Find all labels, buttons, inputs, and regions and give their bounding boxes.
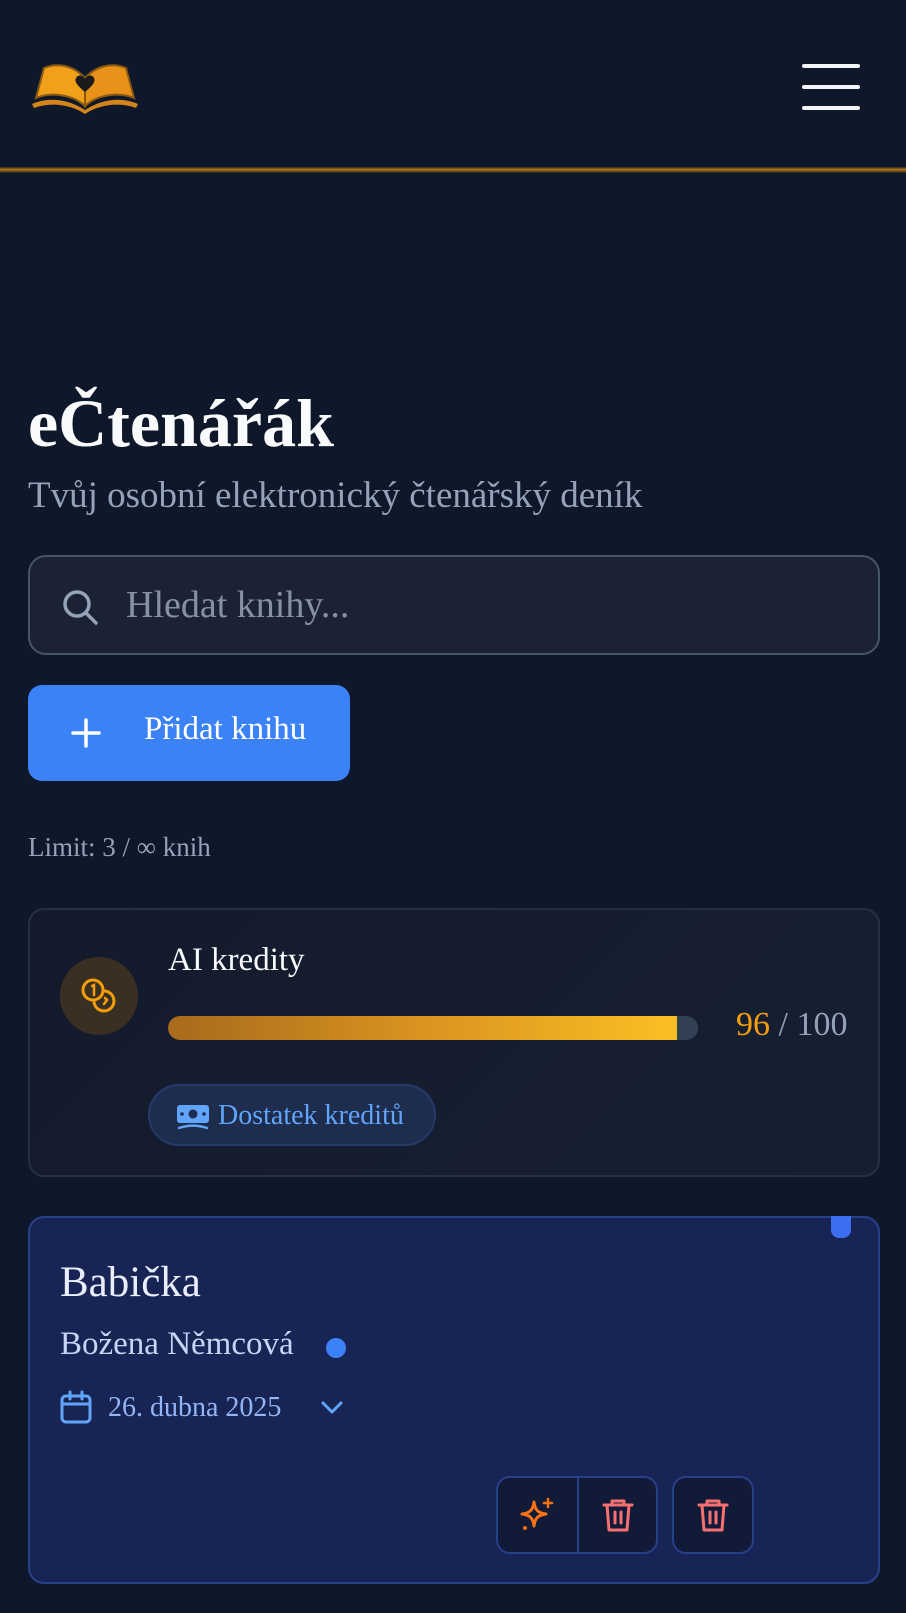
ai-credits-card: AI kredity 96 / 100 Dostatek kreditů: [28, 908, 880, 1177]
credits-status-badge: Dostatek kreditů: [148, 1084, 436, 1146]
book-author: Božena Němcová: [60, 1326, 294, 1362]
header-divider: [0, 167, 906, 173]
book-card[interactable]: Babička Božena Němcová 26. dubna 2025: [28, 1216, 880, 1584]
add-book-button[interactable]: Přidat knihu: [28, 685, 350, 781]
search-input[interactable]: [126, 575, 846, 635]
credits-count: 96 / 100: [736, 1006, 847, 1044]
trash-icon: [697, 1499, 729, 1532]
status-dot: [326, 1338, 346, 1358]
chevron-down-icon[interactable]: [320, 1398, 344, 1418]
calendar-icon: [60, 1390, 92, 1424]
delete-book-button[interactable]: [672, 1476, 754, 1554]
book-bookmark-tag: [831, 1216, 851, 1238]
sparkles-icon: [520, 1497, 554, 1530]
open-book-heart-icon[interactable]: [28, 58, 142, 114]
credits-total: 100: [796, 1006, 848, 1043]
add-book-label: Přidat knihu: [144, 711, 307, 747]
credits-label: AI kredity: [168, 942, 305, 978]
book-date: 26. dubna 2025: [108, 1392, 282, 1423]
top-bar: [0, 0, 906, 170]
book-actions-group: [496, 1476, 658, 1554]
trash-icon: [602, 1499, 634, 1532]
banknote-icon: [177, 1105, 209, 1130]
credits-used: 96: [736, 1006, 770, 1043]
search-box[interactable]: [28, 555, 880, 655]
book-title: Babička: [60, 1259, 201, 1306]
coins-icon: [60, 957, 138, 1035]
plus-icon: [71, 718, 101, 748]
search-icon: [63, 590, 98, 625]
page-subtitle: Tvůj osobní elektronický čtenářský deník: [28, 475, 643, 516]
credits-separator: /: [770, 1006, 797, 1043]
credits-badge-label: Dostatek kreditů: [218, 1100, 404, 1131]
credits-progress-fill: [168, 1016, 677, 1040]
ai-summary-button[interactable]: [498, 1478, 577, 1552]
hamburger-menu-icon[interactable]: [800, 60, 862, 114]
page-title: eČtenářák: [28, 385, 334, 461]
delete-button[interactable]: [576, 1478, 656, 1552]
book-limit-text: Limit: 3 / ∞ knih: [28, 832, 211, 862]
credits-progress-bar: [168, 1016, 698, 1040]
